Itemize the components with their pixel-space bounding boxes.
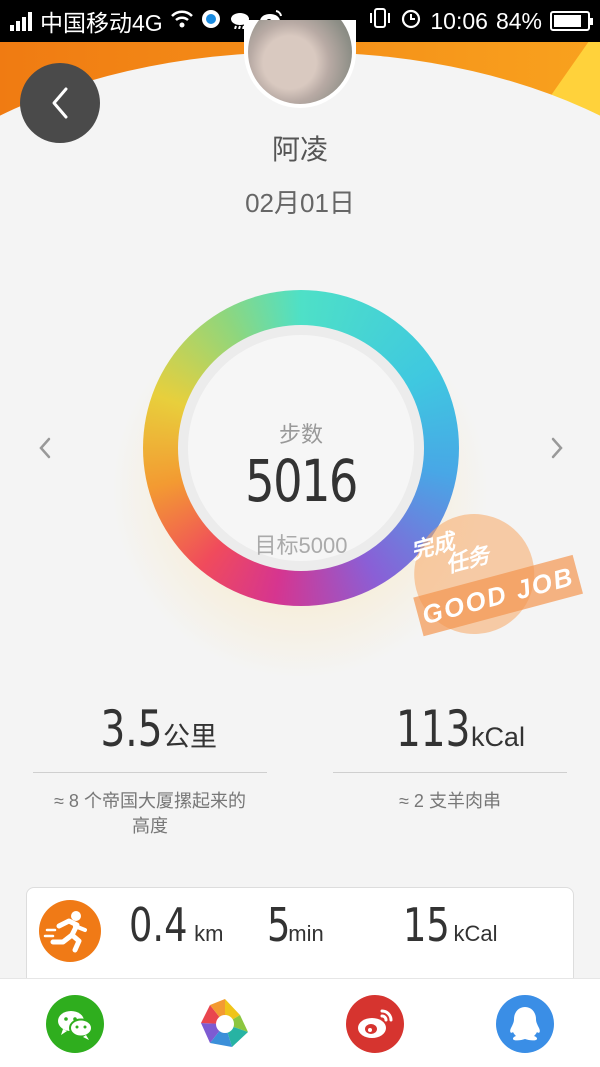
activity-calories: 15 kCal (403, 898, 498, 952)
wifi-icon (170, 10, 193, 32)
weibo-icon (358, 1009, 393, 1038)
chevron-left-icon (39, 437, 51, 459)
activity-duration: 5min (267, 898, 324, 952)
signal-icon (10, 11, 32, 31)
previous-day-button[interactable] (33, 433, 57, 463)
share-bar (0, 978, 600, 1067)
calories-stat: 113 kCal ≈ 2 支羊肉串 (333, 700, 567, 814)
distance-comparison: ≈ 8 个帝国大厦摞起来的 高度 (54, 791, 246, 836)
steps-label: 步数 (278, 422, 323, 447)
divider (333, 772, 567, 773)
activity-card[interactable]: 0.4 km 5min 15 kCal (26, 887, 574, 987)
running-icon (39, 900, 101, 962)
date-label: 02月01日 (245, 188, 355, 218)
alarm-icon (400, 7, 422, 35)
activity-distance: 0.4 km (129, 898, 224, 952)
distance-stat: 3.5 公里 ≈ 8 个帝国大厦摞起来的 高度 (33, 700, 267, 839)
moments-icon (198, 997, 252, 1051)
qq-icon (510, 1007, 540, 1041)
distance-value: 3.5 (100, 700, 163, 758)
ring-center: 步数 5016 目标5000 (188, 335, 414, 561)
steps-goal: 目标5000 (254, 533, 348, 558)
distance-unit: 公里 (162, 722, 217, 752)
battery-percent: 84% (495, 7, 542, 34)
next-day-button[interactable] (545, 433, 569, 463)
chevron-right-icon (551, 437, 563, 459)
calories-unit: kCal (470, 722, 525, 752)
share-weibo-button[interactable] (346, 995, 404, 1053)
qq-browser-icon (201, 8, 221, 35)
share-qq-button[interactable] (496, 995, 554, 1053)
share-wechat-button[interactable] (46, 995, 104, 1053)
calories-comparison: ≈ 2 支羊肉串 (399, 791, 501, 811)
carrier-label: 中国移动4G (40, 10, 163, 36)
steps-count: 5016 (245, 447, 358, 515)
chevron-left-icon (52, 87, 68, 119)
share-moments-button[interactable] (196, 995, 254, 1053)
wechat-icon (58, 1011, 93, 1040)
user-name: 阿凌 (271, 134, 328, 165)
vibrate-icon (368, 7, 392, 35)
clock-time: 10:06 (430, 7, 488, 34)
battery-icon (550, 11, 593, 31)
calories-value: 113 (396, 700, 471, 758)
divider (33, 772, 267, 773)
